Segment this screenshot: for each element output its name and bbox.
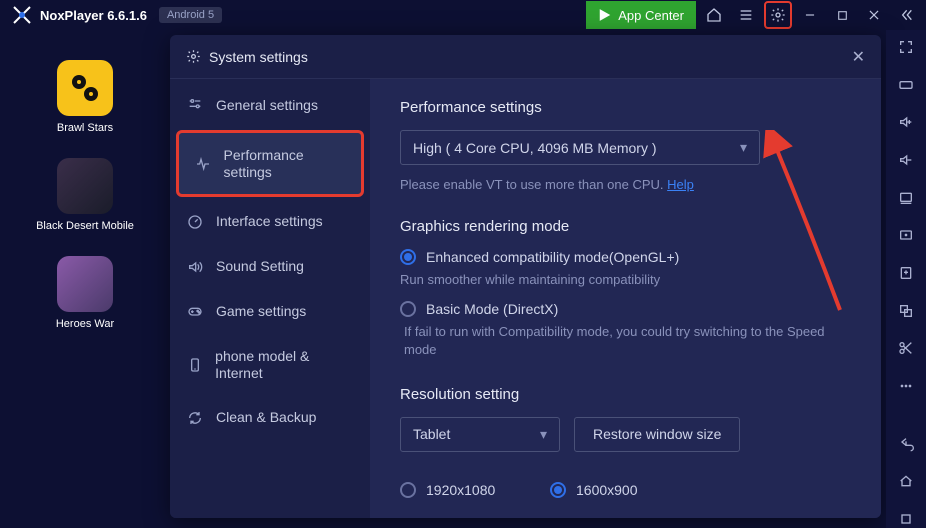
sidebar-item-sound[interactable]: Sound Setting (170, 244, 370, 289)
menu-icon[interactable] (732, 1, 760, 29)
sound-icon (186, 259, 204, 275)
sidebar-item-interface[interactable]: Interface settings (170, 199, 370, 244)
app-tile[interactable]: Brawl Stars (57, 60, 113, 134)
graphics-heading: Graphics rendering mode (400, 218, 851, 235)
sidebar-item-clean-backup[interactable]: Clean & Backup (170, 395, 370, 440)
app-center-button[interactable]: App Center (586, 1, 696, 29)
sidebar-item-label: Clean & Backup (216, 409, 316, 426)
scissors-icon[interactable] (894, 340, 918, 358)
fullscreen-icon[interactable] (894, 38, 918, 56)
home-icon[interactable] (700, 1, 728, 29)
volume-down-icon[interactable] (894, 151, 918, 169)
radio-label: 1920x1080 (426, 482, 495, 498)
radio-label: Basic Mode (DirectX) (426, 301, 558, 317)
dialog-close-button[interactable]: ✕ (852, 47, 865, 67)
sidebar-item-label: General settings (216, 97, 318, 114)
app-logo (10, 3, 34, 27)
sidebar-item-phone-model[interactable]: phone model & Internet (170, 334, 370, 396)
settings-content: Performance settings High ( 4 Core CPU, … (370, 79, 881, 518)
home-icon[interactable] (894, 473, 918, 491)
phone-icon (186, 357, 203, 373)
vt-hint: Please enable VT to use more than one CP… (400, 177, 851, 192)
chevron-down-icon: ▾ (540, 426, 547, 443)
select-value: High ( 4 Core CPU, 4096 MB Memory ) (413, 140, 657, 156)
apps-column: Brawl Stars Black Desert Mobile Heroes W… (0, 30, 170, 528)
app-icon (57, 256, 113, 312)
sidebar-item-label: Interface settings (216, 213, 323, 230)
recents-icon[interactable] (894, 510, 918, 528)
sliders-icon (186, 97, 204, 113)
volume-up-icon[interactable] (894, 113, 918, 131)
radio-icon (400, 301, 416, 317)
play-store-icon (598, 8, 612, 22)
back-icon[interactable] (894, 435, 918, 453)
resolution-1600x900[interactable]: 1600x900 (550, 482, 700, 498)
system-settings-dialog: System settings ✕ General settings Perfo… (170, 35, 881, 518)
maximize-icon[interactable] (828, 1, 856, 29)
app-center-label: App Center (618, 8, 684, 23)
pulse-icon (195, 156, 212, 172)
app-tile[interactable]: Heroes War (56, 256, 114, 330)
radio-icon (550, 482, 566, 498)
resolution-heading: Resolution setting (400, 386, 851, 403)
multi-instance-icon[interactable] (894, 302, 918, 320)
install-apk-icon[interactable] (894, 264, 918, 282)
collapse-sidebar-icon[interactable] (892, 1, 920, 29)
sidebar-item-general[interactable]: General settings (170, 83, 370, 128)
graphics-mode-directx[interactable]: Basic Mode (DirectX) (400, 301, 851, 317)
close-icon[interactable] (860, 1, 888, 29)
performance-heading: Performance settings (400, 99, 851, 116)
app-label: Black Desert Mobile (36, 220, 134, 232)
titlebar: NoxPlayer 6.6.1.6 Android 5 App Center (0, 0, 926, 30)
chevron-down-icon: ▾ (740, 139, 747, 156)
dialog-title: System settings (209, 49, 308, 65)
radio-label: Enhanced compatibility mode(OpenGL+) (426, 249, 679, 265)
sidebar-item-performance[interactable]: Performance settings (176, 130, 364, 198)
sidebar-item-label: Sound Setting (216, 258, 304, 275)
refresh-icon (186, 410, 204, 426)
sidebar-item-label: Game settings (216, 303, 306, 320)
app-title: NoxPlayer 6.6.1.6 (40, 8, 147, 23)
app-icon (57, 60, 113, 116)
more-icon[interactable] (894, 377, 918, 395)
app-tile[interactable]: Black Desert Mobile (36, 158, 134, 232)
restore-window-size-button[interactable]: Restore window size (574, 417, 740, 452)
graphics-mode-opengl[interactable]: Enhanced compatibility mode(OpenGL+) (400, 249, 851, 265)
android-version-badge[interactable]: Android 5 (159, 7, 222, 23)
sidebar-item-game[interactable]: Game settings (170, 289, 370, 334)
resolution-preset-select[interactable]: Tablet ▾ (400, 417, 560, 452)
record-icon[interactable] (894, 226, 918, 244)
radio-icon (400, 249, 416, 265)
app-label: Brawl Stars (57, 122, 113, 134)
resolution-1920x1080[interactable]: 1920x1080 (400, 482, 550, 498)
graphics-hint: If fail to run with Compatibility mode, … (404, 323, 851, 359)
right-toolbar (886, 30, 926, 528)
sidebar-item-label: Performance settings (224, 147, 345, 181)
gear-icon (186, 49, 201, 64)
dashboard-icon (186, 214, 204, 230)
radio-label: 1600x900 (576, 482, 638, 498)
select-value: Tablet (413, 426, 450, 442)
help-link[interactable]: Help (667, 177, 694, 192)
graphics-hint: Run smoother while maintaining compatibi… (400, 271, 851, 289)
dialog-header: System settings ✕ (170, 35, 881, 79)
settings-gear-icon[interactable] (764, 1, 792, 29)
radio-icon (400, 482, 416, 498)
sidebar-item-label: phone model & Internet (215, 348, 354, 382)
app-icon (57, 158, 113, 214)
app-label: Heroes War (56, 318, 114, 330)
settings-sidebar: General settings Performance settings In… (170, 79, 370, 518)
keyboard-icon[interactable] (894, 76, 918, 94)
minimize-icon[interactable] (796, 1, 824, 29)
performance-level-select[interactable]: High ( 4 Core CPU, 4096 MB Memory ) ▾ (400, 130, 760, 165)
screenshot-icon[interactable] (894, 189, 918, 207)
gamepad-icon (186, 303, 204, 319)
